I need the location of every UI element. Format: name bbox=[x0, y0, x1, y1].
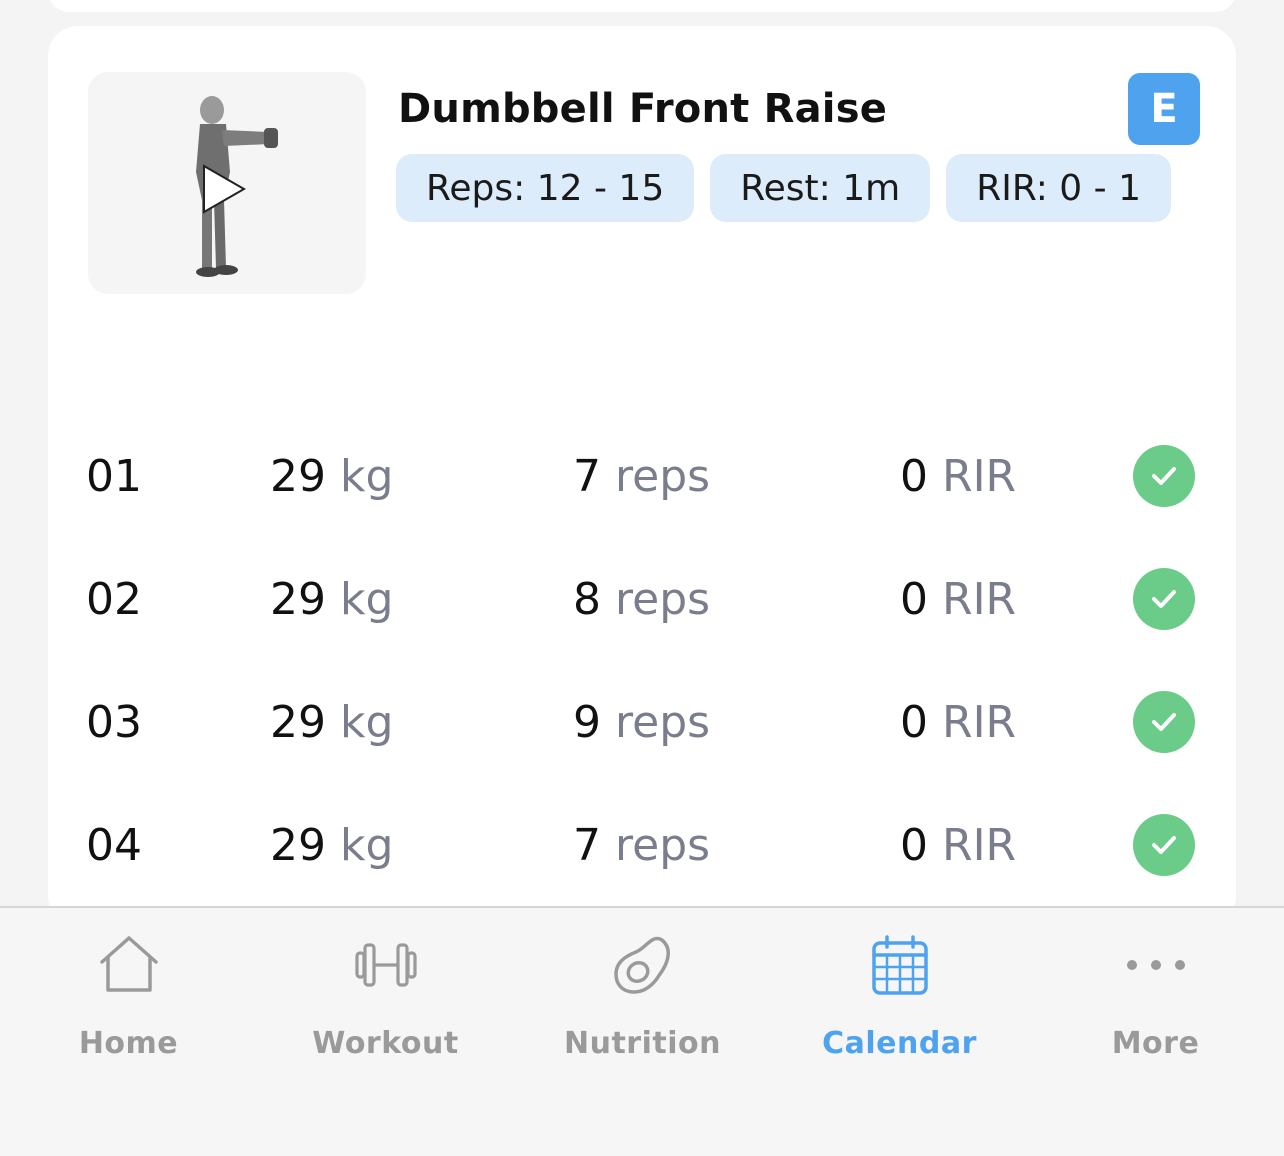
tab-home-label: Home bbox=[78, 1026, 179, 1061]
rir-value[interactable]: 0 bbox=[900, 820, 928, 871]
exercise-targets: Reps: 12 - 15 Rest: 1m RIR: 0 - 1 bbox=[396, 154, 1171, 222]
exercise-badge[interactable]: E bbox=[1128, 73, 1200, 145]
set-complete-checkmark-icon[interactable] bbox=[1133, 445, 1195, 507]
set-number: 03 bbox=[86, 696, 142, 748]
previous-card bbox=[48, 0, 1236, 12]
rir-unit: RIR bbox=[942, 819, 1017, 871]
tab-more[interactable]: More bbox=[1027, 908, 1284, 1078]
rir-unit: RIR bbox=[942, 450, 1017, 502]
rir-value[interactable]: 0 bbox=[900, 697, 928, 748]
reps-value[interactable]: 7 bbox=[573, 820, 601, 871]
rir-unit: RIR bbox=[942, 696, 1017, 748]
reps-value[interactable]: 8 bbox=[573, 574, 601, 625]
reps-value[interactable]: 9 bbox=[573, 697, 601, 748]
weight-unit: kg bbox=[340, 819, 394, 871]
weight-value[interactable]: 29 bbox=[270, 820, 326, 871]
weight-unit: kg bbox=[340, 450, 394, 502]
rir-value[interactable]: 0 bbox=[900, 451, 928, 502]
rir-unit: RIR bbox=[942, 573, 1017, 625]
set-row[interactable]: 03 29 kg 9 reps 0 RIR bbox=[48, 682, 1236, 762]
set-complete-checkmark-icon[interactable] bbox=[1133, 568, 1195, 630]
set-number: 02 bbox=[86, 573, 142, 625]
set-number: 01 bbox=[86, 450, 142, 502]
calendar-icon bbox=[870, 932, 930, 998]
reps-unit: reps bbox=[615, 819, 711, 871]
set-complete-checkmark-icon[interactable] bbox=[1133, 691, 1195, 753]
set-number: 04 bbox=[86, 819, 142, 871]
reps-unit: reps bbox=[615, 696, 711, 748]
weight-value[interactable]: 29 bbox=[270, 697, 326, 748]
set-complete-checkmark-icon[interactable] bbox=[1133, 814, 1195, 876]
set-row[interactable]: 04 29 kg 7 reps 0 RIR bbox=[48, 805, 1236, 885]
exercise-card: Dumbbell Front Raise E Reps: 12 - 15 Res… bbox=[48, 26, 1236, 926]
bottom-tab-bar: Home Workout Nutrition Calendar More bbox=[0, 906, 1284, 1156]
reps-unit: reps bbox=[615, 573, 711, 625]
tab-calendar-label: Calendar bbox=[822, 1026, 977, 1061]
tab-nutrition-label: Nutrition bbox=[564, 1026, 721, 1061]
weight-unit: kg bbox=[340, 573, 394, 625]
set-row[interactable]: 02 29 kg 8 reps 0 RIR bbox=[48, 559, 1236, 639]
weight-unit: kg bbox=[340, 696, 394, 748]
weight-value[interactable]: 29 bbox=[270, 451, 326, 502]
tab-nutrition[interactable]: Nutrition bbox=[514, 908, 771, 1078]
rir-value[interactable]: 0 bbox=[900, 574, 928, 625]
tab-workout-label: Workout bbox=[312, 1026, 459, 1061]
exercise-title: Dumbbell Front Raise bbox=[398, 86, 888, 132]
rest-chip: Rest: 1m bbox=[710, 154, 931, 222]
set-row[interactable]: 01 29 kg 7 reps 0 RIR bbox=[48, 436, 1236, 516]
dumbbell-icon bbox=[353, 932, 419, 998]
avocado-icon bbox=[610, 932, 676, 998]
exercise-figure bbox=[196, 96, 278, 277]
reps-unit: reps bbox=[615, 450, 711, 502]
tab-calendar[interactable]: Calendar bbox=[771, 908, 1028, 1078]
home-icon bbox=[96, 932, 162, 998]
weight-value[interactable]: 29 bbox=[270, 574, 326, 625]
rir-chip: RIR: 0 - 1 bbox=[946, 154, 1171, 222]
tab-home[interactable]: Home bbox=[0, 908, 257, 1078]
tab-workout[interactable]: Workout bbox=[257, 908, 514, 1078]
more-dots-icon bbox=[1126, 932, 1186, 998]
reps-value[interactable]: 7 bbox=[573, 451, 601, 502]
reps-chip: Reps: 12 - 15 bbox=[396, 154, 695, 222]
tab-more-label: More bbox=[1111, 1026, 1200, 1061]
exercise-video-thumbnail[interactable] bbox=[88, 72, 366, 294]
